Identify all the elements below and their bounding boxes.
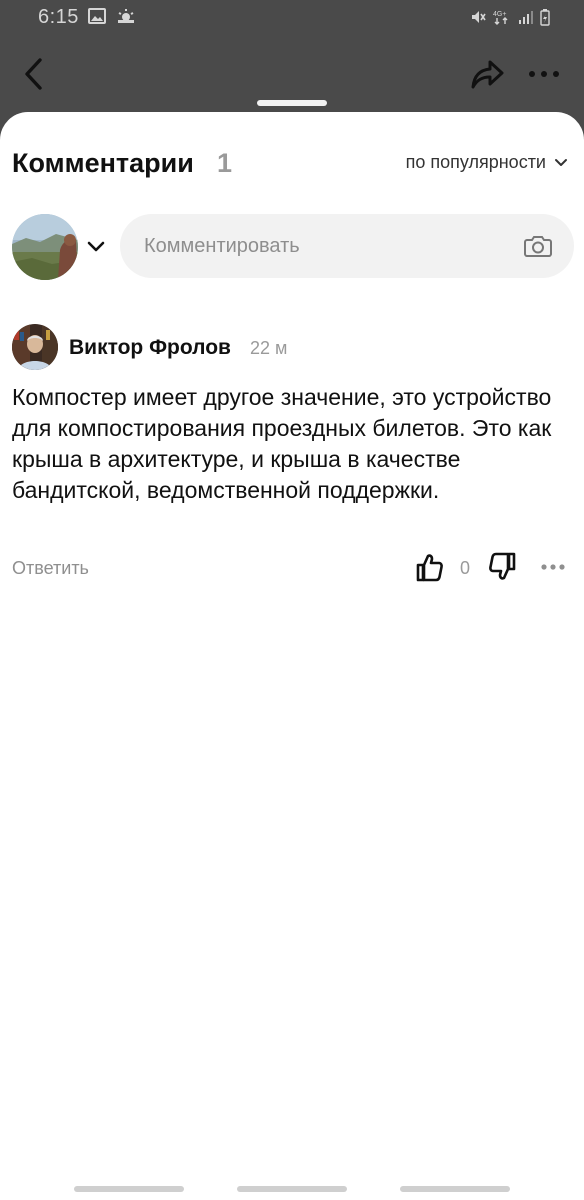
svg-text:4G+: 4G+ (493, 11, 506, 18)
thumbs-up-icon[interactable] (416, 552, 444, 582)
nav-gesture-bar-center[interactable] (237, 1186, 347, 1192)
nav-gesture-bar-right[interactable] (400, 1186, 510, 1192)
battery-icon (540, 9, 550, 26)
back-arrow-icon[interactable] (20, 56, 48, 92)
network-4g-icon: 4G+ (493, 11, 508, 25)
comment-more-icon[interactable] (540, 562, 566, 572)
comments-count: 1 (217, 148, 233, 178)
comment-input-container (120, 214, 574, 278)
chevron-down-icon (555, 158, 567, 166)
status-notification-icons (88, 8, 136, 24)
more-icon[interactable] (526, 62, 562, 86)
camera-icon[interactable] (524, 234, 552, 258)
comment-time: 22 м (250, 338, 288, 358)
signal-icon (519, 11, 533, 24)
comments-title: Комментарии (12, 148, 194, 178)
sheet-drag-handle[interactable] (257, 100, 327, 106)
status-system-icons: 4G+ (470, 8, 550, 26)
status-bar: 6:15 4G+ (0, 0, 584, 36)
mute-icon (472, 11, 486, 23)
weather-icon (118, 9, 134, 23)
share-icon[interactable] (468, 56, 506, 92)
chevron-down-icon[interactable] (86, 236, 106, 256)
comments-header: Комментарии 1 по популярности (12, 148, 572, 182)
comments-sheet: Комментарии 1 по популярности Комментиро… (0, 112, 584, 1200)
thumbs-down-icon[interactable] (488, 552, 516, 582)
sort-dropdown[interactable]: по популярности (406, 152, 568, 173)
comment-input[interactable] (120, 214, 510, 278)
screen: 6:15 4G+ Комментарии 1 по популярности К… (0, 0, 584, 1200)
comment-author[interactable]: Виктор Фролов (69, 336, 231, 360)
gallery-icon (88, 8, 106, 24)
sort-label: по популярности (405, 152, 546, 172)
user-avatar[interactable] (12, 214, 78, 280)
reply-button[interactable]: Ответить (12, 558, 89, 579)
status-time: 6:15 (38, 6, 79, 28)
comment-text: Компостер имеет другое значение, это уст… (12, 384, 552, 503)
nav-gesture-bar-left[interactable] (74, 1186, 184, 1192)
comment-composer (12, 212, 574, 280)
like-count: 0 (460, 558, 471, 578)
author-avatar[interactable] (12, 324, 58, 370)
comment-actions: Ответить 0 (12, 552, 572, 584)
